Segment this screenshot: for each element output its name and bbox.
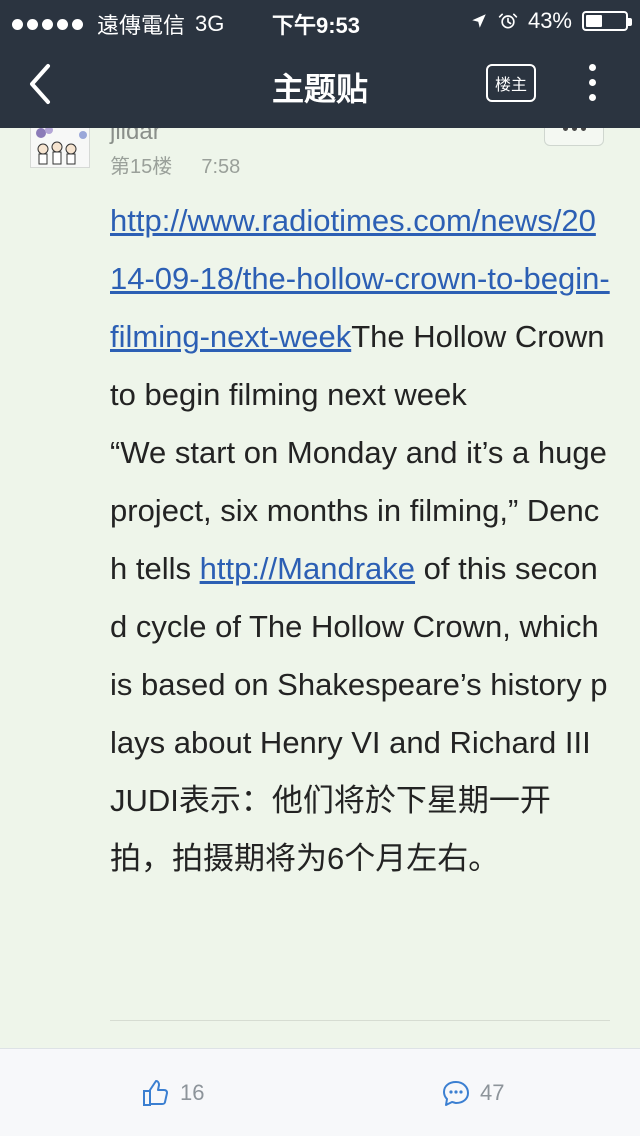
comment-count: 47: [480, 1080, 505, 1105]
floor-number: 第15楼: [110, 156, 173, 178]
battery-icon: [582, 11, 632, 31]
post-content-area: jildar 第15楼 7:58 http://www.radiotimes.c…: [0, 128, 640, 1048]
thumbs-up-icon: [143, 1080, 168, 1106]
top-bar: 遠傳電信 3G 下午9:53 43% 主题贴 楼主: [0, 0, 640, 128]
status-left: 遠傳電信 3G: [12, 8, 224, 40]
battery-percent: 43%: [527, 8, 572, 33]
username[interactable]: jildar: [110, 128, 161, 146]
location-arrow-icon: [472, 14, 486, 28]
avatar[interactable]: [30, 128, 90, 168]
bottom-action-bar: 16 47: [0, 1048, 640, 1136]
alarm-clock-icon: [498, 13, 518, 29]
like-count: 16: [180, 1080, 205, 1105]
mandrake-link[interactable]: http://Mandrake: [200, 551, 415, 586]
network-label: 3G: [195, 11, 225, 36]
status-right: 43%: [470, 8, 632, 34]
like-button[interactable]: 16: [140, 1077, 204, 1109]
navigation-bar: 主题贴 楼主: [0, 40, 640, 128]
speech-bubble-icon: [443, 1081, 469, 1106]
chinese-summary-text: JUDI表示：他们将於下星期一开拍，拍摄期将为6个月左右。: [110, 783, 551, 876]
post-meta: 第15楼 7:58: [110, 150, 240, 179]
signal-dots-icon: [12, 18, 83, 30]
avatar-cartoon-icon: [31, 128, 89, 167]
post-body: http://www.radiotimes.com/news/2014-09-1…: [110, 192, 610, 888]
post-divider: [110, 1020, 610, 1021]
comment-button[interactable]: 47: [440, 1077, 504, 1109]
page-title: 主题贴: [271, 71, 368, 107]
carrier-label: 遠傳電信: [97, 13, 186, 38]
more-button[interactable]: [584, 64, 600, 108]
screen: 遠傳電信 3G 下午9:53 43% 主题贴 楼主 jildar 第15楼 7:…: [0, 0, 640, 1136]
more-vertical-icon: [584, 64, 600, 101]
post-time: 7:58: [201, 156, 241, 178]
post-menu-button[interactable]: [544, 128, 604, 146]
status-bar: 遠傳電信 3G 下午9:53 43%: [0, 0, 640, 40]
thread-owner-only-button[interactable]: 楼主: [486, 64, 536, 102]
status-time: 下午9:53: [272, 13, 361, 38]
